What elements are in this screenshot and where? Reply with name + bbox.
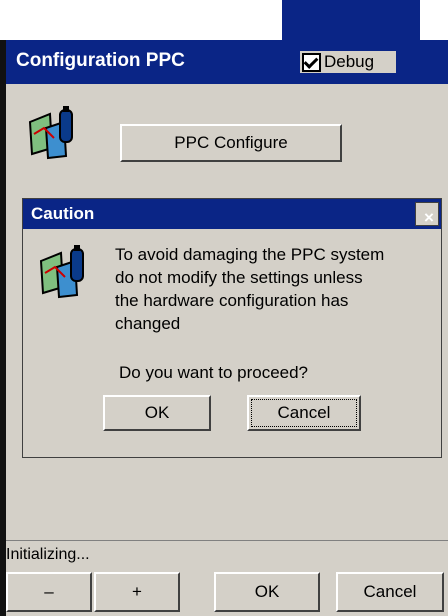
minus-button[interactable]: – [6, 572, 92, 612]
debug-checkbox[interactable]: Debug [300, 51, 396, 73]
minus-label: – [44, 582, 54, 601]
caution-ok-button[interactable]: OK [103, 395, 211, 431]
caution-title-bar: Caution × [23, 199, 441, 229]
plus-button[interactable]: + [94, 572, 180, 612]
ppc-configure-label: PPC Configure [174, 133, 288, 152]
ppc-warning-icon [39, 245, 84, 299]
status-text: Initializing... [6, 546, 90, 563]
caution-title: Caution [31, 204, 95, 223]
status-bar: Initializing... [6, 540, 448, 569]
message-line: To avoid damaging the PPC system [115, 245, 385, 264]
close-icon[interactable]: × [415, 202, 439, 227]
window-left-edge [0, 40, 6, 616]
caution-message: To avoid damaging the PPC system do not … [115, 243, 384, 335]
message-line: changed [115, 314, 181, 333]
debug-label: Debug [324, 52, 375, 71]
proceed-question: Do you want to proceed? [119, 363, 309, 382]
ppc-config-icon [28, 106, 73, 160]
ok-label: OK [254, 582, 280, 601]
message-line: the hardware configuration has [115, 291, 349, 310]
ok-button[interactable]: OK [214, 572, 320, 612]
caution-dialog: Caution × To avoid damaging the PPC syst… [22, 198, 442, 458]
caution-cancel-button[interactable]: Cancel [247, 395, 361, 431]
ppc-configure-button[interactable]: PPC Configure [120, 124, 342, 162]
caution-ok-label: OK [144, 403, 170, 422]
close-glyph: × [424, 208, 434, 227]
window-title: Configuration PPC [16, 50, 185, 71]
message-line: do not modify the settings unless [115, 268, 363, 287]
checkbox-checked-icon[interactable] [302, 52, 321, 72]
caution-cancel-label: Cancel [277, 403, 331, 422]
cancel-label: Cancel [363, 582, 417, 601]
plus-label: + [132, 582, 142, 601]
cancel-button[interactable]: Cancel [336, 572, 444, 612]
